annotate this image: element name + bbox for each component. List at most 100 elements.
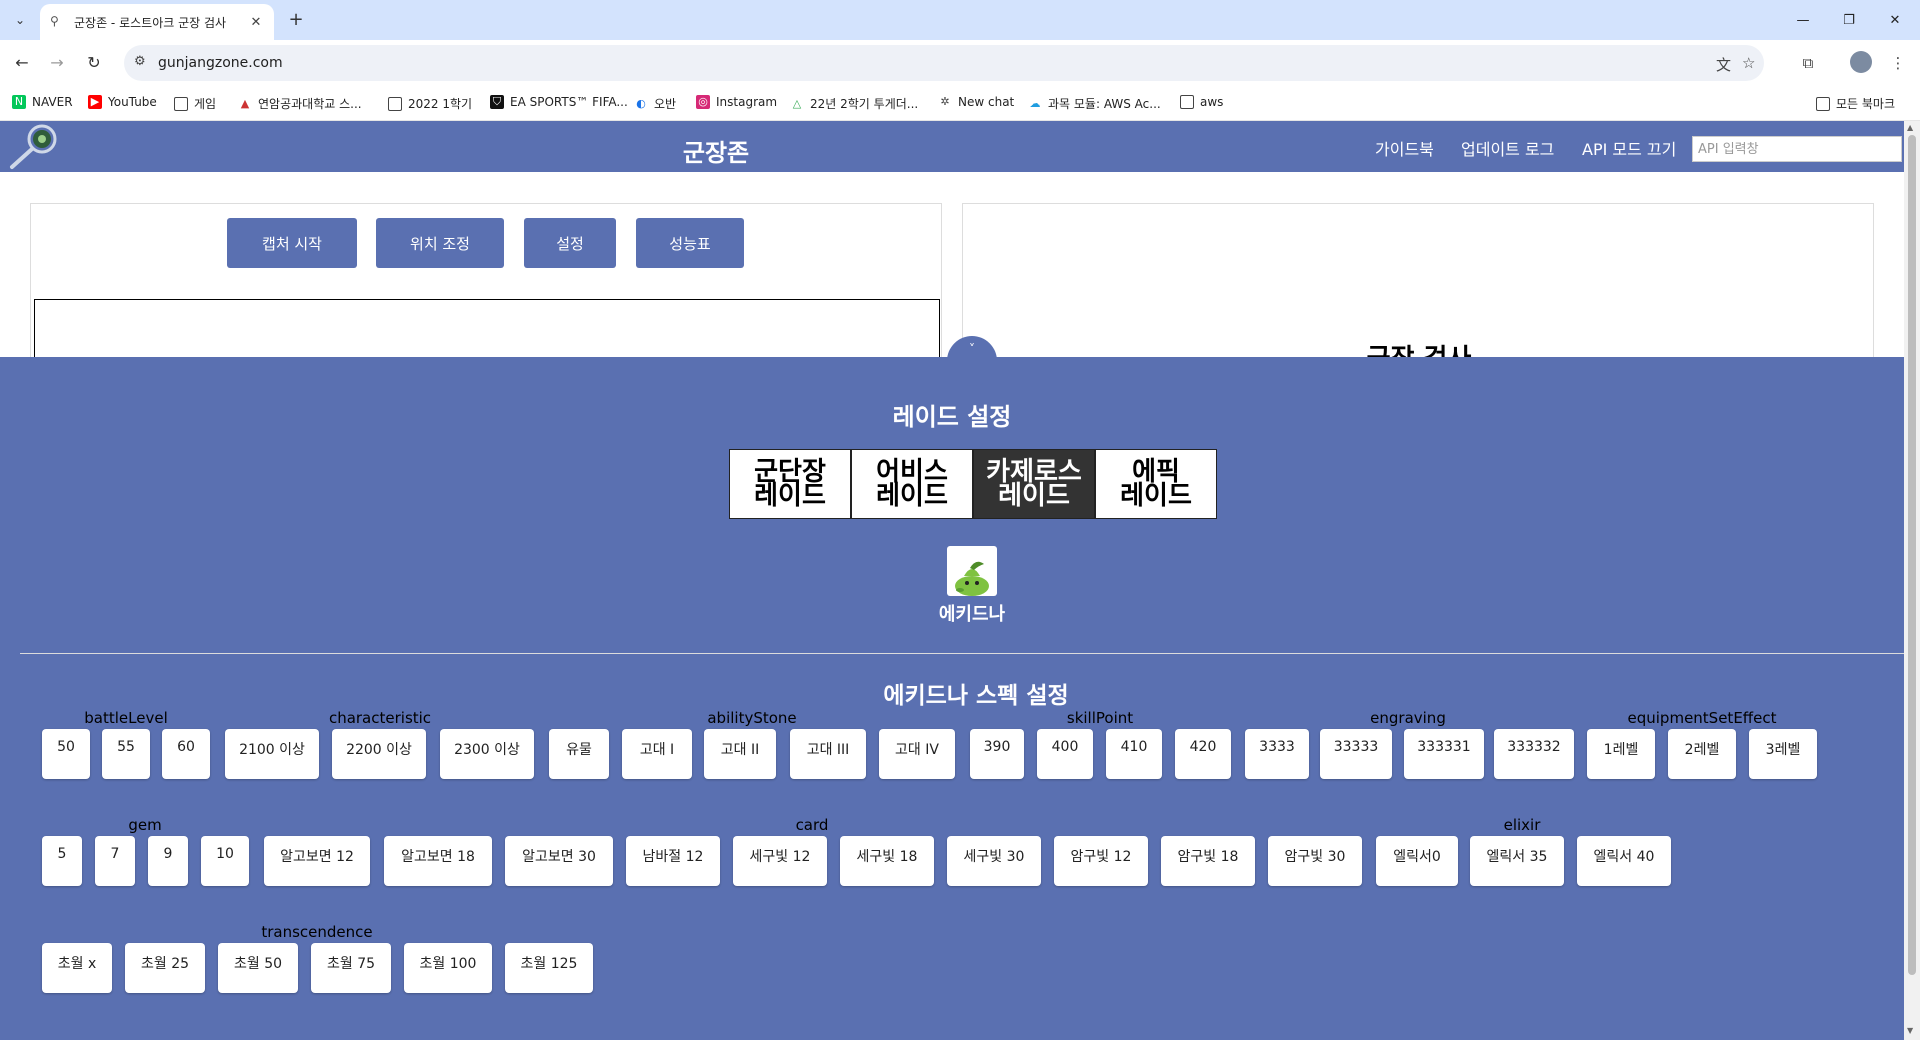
option-gem-9[interactable]: 9 xyxy=(148,836,188,886)
site-title[interactable]: 군장존 xyxy=(0,133,1432,168)
position-adjust-button[interactable]: 위치 조정 xyxy=(376,218,504,268)
option-characteristic-2300[interactable]: 2300 이상 xyxy=(440,729,534,779)
performance-table-button[interactable]: 성능표 xyxy=(636,218,744,268)
group-label-engraving: engraving xyxy=(1370,709,1446,727)
scroll-down-arrow-icon[interactable]: ▼ xyxy=(1907,1026,1913,1035)
bookmark-item[interactable]: △ 22년 2학기 투게더... xyxy=(790,95,918,112)
youtube-icon: ▶ xyxy=(88,95,102,109)
drawer-toggle-button[interactable]: ˅ xyxy=(947,336,997,386)
tab-epic-raid[interactable]: 에픽 레이드 xyxy=(1095,449,1217,519)
option-card-3[interactable]: 알고보면 30 xyxy=(505,836,613,886)
option-setEffect-3[interactable]: 3레벨 xyxy=(1749,729,1817,779)
site-info-icon[interactable]: ⚙ xyxy=(134,54,146,69)
option-battleLevel-55[interactable]: 55 xyxy=(102,729,150,779)
forward-icon[interactable]: → xyxy=(45,51,69,75)
option-elixir-40[interactable]: 엘릭서 40 xyxy=(1577,836,1671,886)
option-transcendence-75[interactable]: 초월 75 xyxy=(311,943,391,993)
bookmark-item[interactable]: ▶ YouTube xyxy=(88,95,157,109)
option-transcendence-x[interactable]: 초월 x xyxy=(42,943,112,993)
openai-icon: ✲ xyxy=(940,95,950,108)
option-abilityStone-ancient-4[interactable]: 고대 IV xyxy=(879,729,955,779)
echidna-boss-icon[interactable] xyxy=(947,546,997,596)
minimize-button[interactable]: — xyxy=(1780,0,1826,40)
new-tab-button[interactable]: + xyxy=(284,8,308,32)
option-transcendence-50[interactable]: 초월 50 xyxy=(218,943,298,993)
nav-update-log[interactable]: 업데이트 로그 xyxy=(1461,136,1554,160)
option-skillPoint-390[interactable]: 390 xyxy=(970,729,1024,779)
raid-type-tabs: 군단장 레이드 어비스 레이드 카제로스 레이드 에픽 레이드 xyxy=(729,449,1217,519)
close-tab-icon[interactable]: ✕ xyxy=(248,15,264,30)
tab-kazeros-raid[interactable]: 카제로스 레이드 xyxy=(973,449,1095,519)
option-battleLevel-60[interactable]: 60 xyxy=(162,729,210,779)
option-gem-5[interactable]: 5 xyxy=(42,836,82,886)
option-card-1[interactable]: 알고보면 12 xyxy=(264,836,370,886)
option-setEffect-1[interactable]: 1레벨 xyxy=(1587,729,1655,779)
option-engraving-3333[interactable]: 3333 xyxy=(1245,729,1309,779)
close-window-button[interactable]: ✕ xyxy=(1872,0,1918,40)
option-card-7[interactable]: 세구빛 30 xyxy=(947,836,1041,886)
option-abilityStone-ancient-1[interactable]: 고대 I xyxy=(622,729,692,779)
option-abilityStone-ancient-2[interactable]: 고대 II xyxy=(704,729,776,779)
bookmark-item[interactable]: ◎ Instagram xyxy=(696,95,777,109)
settings-button[interactable]: 설정 xyxy=(524,218,616,268)
option-transcendence-25[interactable]: 초월 25 xyxy=(125,943,205,993)
option-skillPoint-420[interactable]: 420 xyxy=(1175,729,1231,779)
bookmark-item[interactable]: ☁ 과목 모듈: AWS Ac... xyxy=(1028,95,1161,112)
option-card-10[interactable]: 암구빛 30 xyxy=(1268,836,1362,886)
menu-icon[interactable]: ⋮ xyxy=(1886,51,1910,75)
option-card-4[interactable]: 남바절 12 xyxy=(626,836,720,886)
bookmark-folder[interactable]: 2022 1학기 xyxy=(388,95,472,112)
page-scrollbar[interactable]: ▲ ▼ xyxy=(1904,121,1920,1040)
swirl-icon: ◐ xyxy=(636,96,646,110)
tab-list-button[interactable]: ⌄ xyxy=(8,8,32,32)
option-card-2[interactable]: 알고보면 18 xyxy=(384,836,492,886)
nav-guidebook[interactable]: 가이드북 xyxy=(1375,136,1434,160)
bookmark-item[interactable]: ✲ New chat xyxy=(938,95,1014,109)
tab-legion-raid[interactable]: 군단장 레이드 xyxy=(729,449,851,519)
option-gem-10[interactable]: 10 xyxy=(201,836,249,886)
bookmark-item[interactable]: ▲ 연암공과대학교 스... xyxy=(238,95,362,112)
option-characteristic-2100[interactable]: 2100 이상 xyxy=(225,729,319,779)
option-battleLevel-50[interactable]: 50 xyxy=(42,729,90,779)
restore-button[interactable]: ❐ xyxy=(1826,0,1872,40)
reload-icon[interactable]: ↻ xyxy=(82,51,106,75)
group-label-elixir: elixir xyxy=(1503,816,1541,834)
scroll-up-arrow-icon[interactable]: ▲ xyxy=(1907,123,1913,132)
bookmark-star-icon[interactable]: ☆ xyxy=(1742,54,1755,72)
capture-start-button[interactable]: 캡처 시작 xyxy=(227,218,357,268)
option-setEffect-2[interactable]: 2레벨 xyxy=(1668,729,1736,779)
bookmark-item[interactable]: ◐ 오반 xyxy=(634,95,676,112)
option-engraving-333331[interactable]: 333331 xyxy=(1404,729,1484,779)
option-elixir-0[interactable]: 엘릭서0 xyxy=(1376,836,1458,886)
option-engraving-33333[interactable]: 33333 xyxy=(1320,729,1392,779)
bookmark-item[interactable]: N NAVER xyxy=(12,95,73,109)
option-gem-7[interactable]: 7 xyxy=(95,836,135,886)
option-card-9[interactable]: 암구빛 18 xyxy=(1161,836,1255,886)
profile-avatar[interactable] xyxy=(1850,51,1872,73)
option-engraving-333332[interactable]: 333332 xyxy=(1494,729,1574,779)
nav-api-mode-off[interactable]: API 모드 끄기 xyxy=(1582,136,1676,160)
api-input[interactable] xyxy=(1692,136,1902,162)
bookmark-folder[interactable]: 게임 xyxy=(174,95,216,112)
translate-icon[interactable]: 文 xyxy=(1716,54,1731,75)
address-bar[interactable]: ⚙ gunjangzone.com 文 ☆ xyxy=(124,45,1764,81)
option-skillPoint-410[interactable]: 410 xyxy=(1106,729,1162,779)
option-abilityStone-ancient-3[interactable]: 고대 III xyxy=(790,729,866,779)
option-transcendence-100[interactable]: 초월 100 xyxy=(404,943,492,993)
bookmark-folder[interactable]: aws xyxy=(1180,95,1223,109)
tab-abyss-raid[interactable]: 어비스 레이드 xyxy=(851,449,973,519)
all-bookmarks[interactable]: 모든 북마크 xyxy=(1816,95,1895,112)
bookmark-item[interactable]: ⛉ EA SPORTS™ FIFA... xyxy=(490,95,628,109)
option-transcendence-125[interactable]: 초월 125 xyxy=(505,943,593,993)
option-card-8[interactable]: 암구빛 12 xyxy=(1054,836,1148,886)
option-card-6[interactable]: 세구빛 18 xyxy=(840,836,934,886)
extensions-icon[interactable]: ⧉ xyxy=(1796,51,1820,75)
scrollbar-thumb[interactable] xyxy=(1908,135,1916,975)
option-skillPoint-400[interactable]: 400 xyxy=(1037,729,1093,779)
option-characteristic-2200[interactable]: 2200 이상 xyxy=(332,729,426,779)
option-card-5[interactable]: 세구빛 12 xyxy=(733,836,827,886)
back-icon[interactable]: ← xyxy=(10,51,34,75)
browser-tab[interactable]: ⚲ 군장존 - 로스트아크 군장 검사 ✕ xyxy=(40,4,274,40)
option-elixir-35[interactable]: 엘릭서 35 xyxy=(1470,836,1564,886)
option-abilityStone-relic[interactable]: 유물 xyxy=(549,729,609,779)
